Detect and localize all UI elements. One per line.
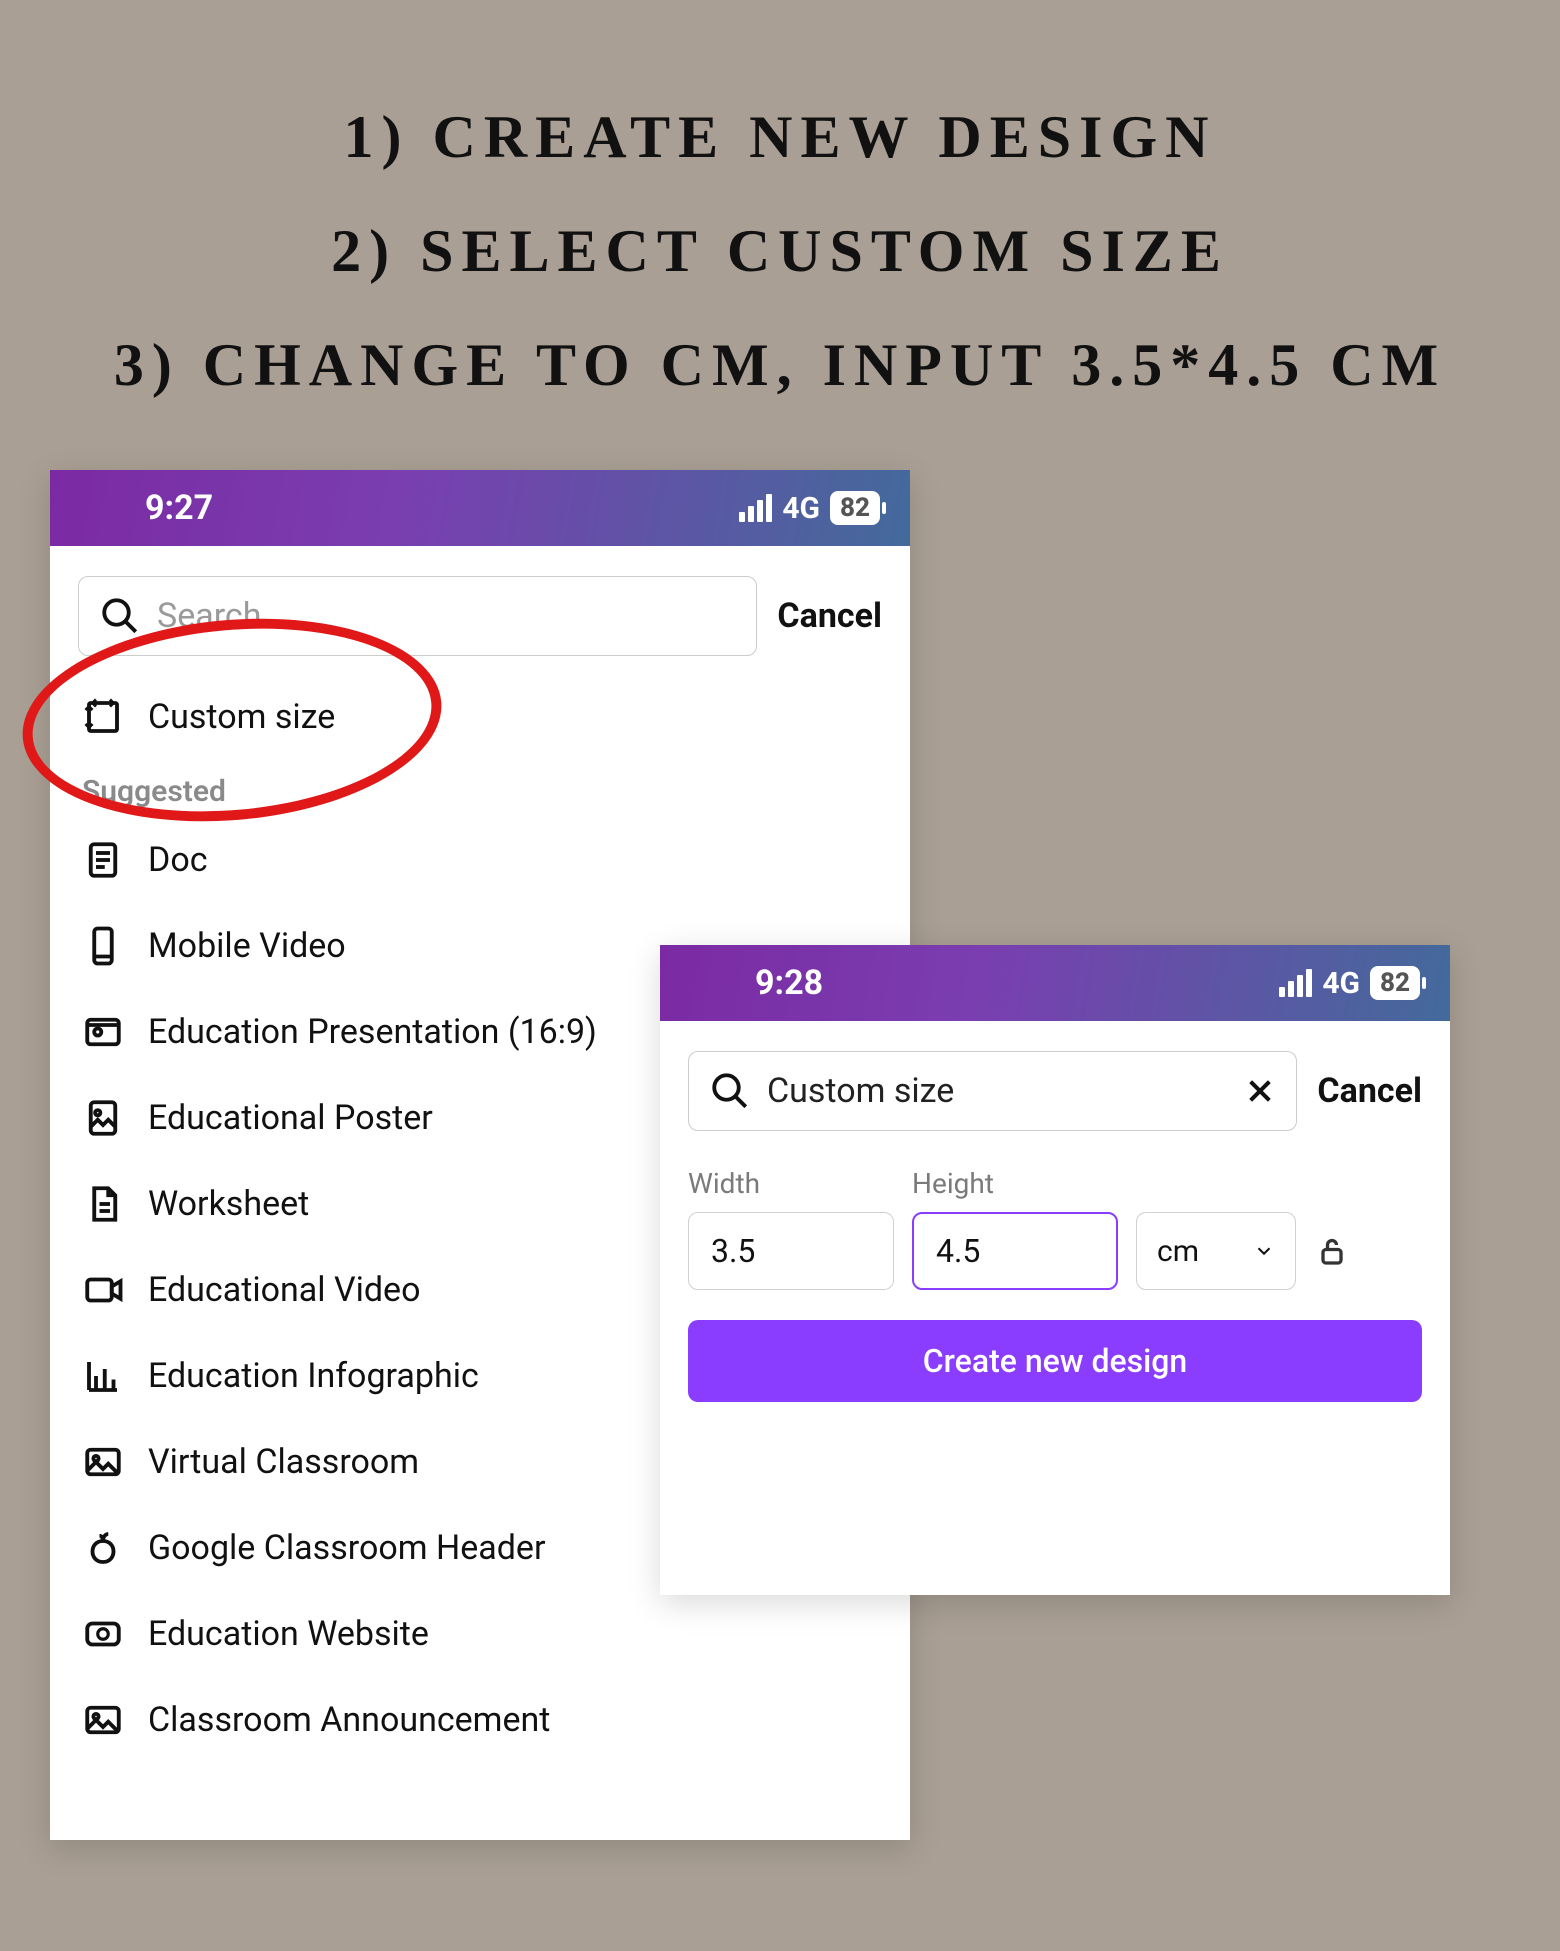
list-item-label: Educational Video xyxy=(148,1270,420,1310)
signal-icon xyxy=(1279,969,1312,997)
list-item-label: Worksheet xyxy=(148,1184,309,1224)
create-button-label: Create new design xyxy=(923,1342,1187,1380)
status-right: 4G 82 xyxy=(1279,966,1420,1001)
status-right: 4G 82 xyxy=(739,491,880,526)
screenshot-2: 9:28 4G 82 Custom size Cancel Width Heig… xyxy=(660,945,1450,1595)
worksheet-icon xyxy=(82,1183,124,1225)
status-bar: 9:27 4G 82 xyxy=(50,470,910,546)
status-bar: 9:28 4G 82 xyxy=(660,945,1450,1021)
list-item-label: Virtual Classroom xyxy=(148,1442,419,1482)
custom-size-label: Custom size xyxy=(148,697,335,737)
search-input[interactable]: Custom size xyxy=(688,1051,1297,1131)
lock-icon[interactable] xyxy=(1314,1233,1350,1269)
list-item-label: Doc xyxy=(148,840,208,880)
height-label: Height xyxy=(912,1167,1118,1200)
chart-icon xyxy=(82,1355,124,1397)
list-item-label: Mobile Video xyxy=(148,926,346,966)
custom-size-icon xyxy=(82,696,124,738)
image-icon xyxy=(82,1441,124,1483)
search-value: Custom size xyxy=(767,1071,954,1111)
suggested-doc[interactable]: Doc xyxy=(78,817,882,903)
search-placeholder: Search xyxy=(157,596,261,636)
search-input[interactable]: Search xyxy=(78,576,757,656)
list-item-label: Education Presentation (16:9) xyxy=(148,1012,597,1052)
create-design-button[interactable]: Create new design xyxy=(688,1320,1422,1402)
list-item-label: Education Website xyxy=(148,1614,429,1654)
suggested-heading: Suggested xyxy=(78,760,882,817)
status-time: 9:28 xyxy=(755,963,823,1003)
chevron-down-icon xyxy=(1253,1240,1275,1262)
video-icon xyxy=(82,1269,124,1311)
status-time: 9:27 xyxy=(145,488,213,528)
battery-badge: 82 xyxy=(830,491,880,525)
width-label: Width xyxy=(688,1167,894,1200)
list-item-label: Education Infographic xyxy=(148,1356,479,1396)
network-label: 4G xyxy=(1322,966,1360,1001)
height-value: 4.5 xyxy=(936,1232,980,1270)
clear-icon[interactable] xyxy=(1244,1075,1276,1107)
width-input[interactable]: 3.5 xyxy=(688,1212,894,1290)
image-icon xyxy=(82,1699,124,1741)
instruction-1: 1) CREATE NEW DESIGN xyxy=(0,80,1560,194)
network-label: 4G xyxy=(782,491,820,526)
instructions-block: 1) CREATE NEW DESIGN 2) SELECT CUSTOM SI… xyxy=(0,0,1560,462)
unit-value: cm xyxy=(1157,1234,1199,1269)
doc-icon xyxy=(82,839,124,881)
instruction-2: 2) SELECT CUSTOM SIZE xyxy=(0,194,1560,308)
cancel-button[interactable]: Cancel xyxy=(1317,1071,1422,1111)
presentation-icon xyxy=(82,1011,124,1053)
search-icon xyxy=(99,595,141,637)
custom-size-row[interactable]: Custom size xyxy=(78,674,882,760)
list-item-label: Google Classroom Header xyxy=(148,1528,545,1568)
signal-icon xyxy=(739,494,772,522)
poster-icon xyxy=(82,1097,124,1139)
link-icon xyxy=(82,1613,124,1655)
height-input[interactable]: 4.5 xyxy=(912,1212,1118,1290)
battery-badge: 82 xyxy=(1370,966,1420,1000)
suggested-edu-website[interactable]: Education Website xyxy=(78,1591,882,1677)
suggested-announcement[interactable]: Classroom Announcement xyxy=(78,1677,882,1763)
cancel-button[interactable]: Cancel xyxy=(777,596,882,636)
search-icon xyxy=(709,1070,751,1112)
mobile-icon xyxy=(82,925,124,967)
width-value: 3.5 xyxy=(711,1232,755,1270)
unit-select[interactable]: cm xyxy=(1136,1212,1296,1290)
apple-icon xyxy=(82,1527,124,1569)
instruction-3: 3) CHANGE TO CM, INPUT 3.5*4.5 CM xyxy=(0,308,1560,422)
list-item-label: Classroom Announcement xyxy=(148,1700,550,1740)
list-item-label: Educational Poster xyxy=(148,1098,433,1138)
